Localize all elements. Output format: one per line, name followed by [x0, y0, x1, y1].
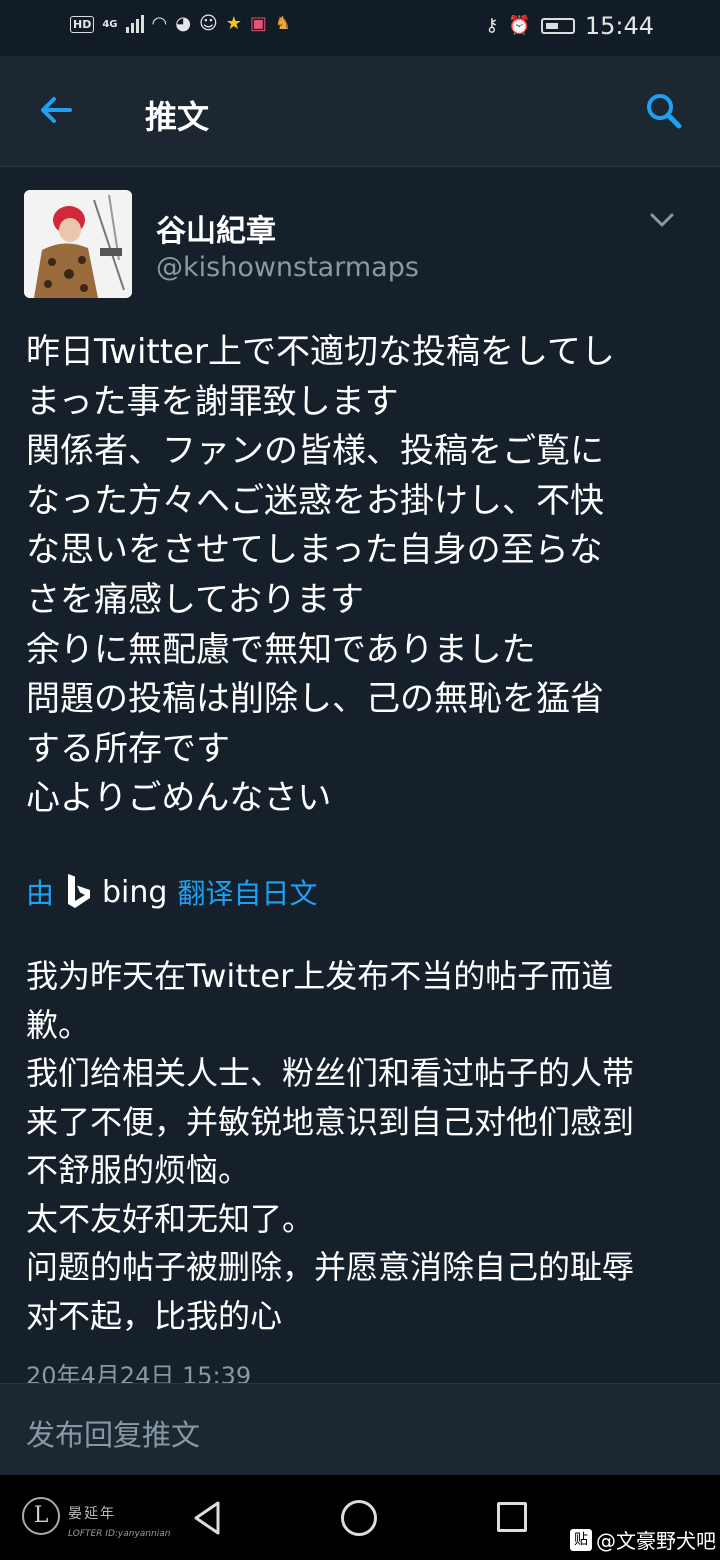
tieba-watermark: 贴 @文豪野犬吧: [570, 1525, 716, 1554]
tweet-line: な思いをさせてしまった自身の至らな: [26, 530, 603, 571]
watermark-id: LOFTER ID:yanyannian: [68, 1529, 171, 1539]
translated-line: 问题的帖子被删除，并愿意消除自己的耻辱: [26, 1248, 635, 1286]
lofter-logo-icon: L: [22, 1497, 60, 1535]
tieba-badge-icon: 贴: [570, 1528, 592, 1551]
translation-suffix: 翻译自日文: [177, 877, 318, 910]
tweet-line: 問題の投稿は削除し、己の無恥を猛省: [26, 679, 604, 720]
translated-line: 不舒服的烦恼。: [26, 1151, 251, 1189]
reply-input[interactable]: 发布回复推文: [26, 1412, 200, 1454]
page-title: 推文: [145, 98, 210, 136]
nav-back-icon[interactable]: [190, 1499, 224, 1537]
translation-attribution[interactable]: 由 bing 翻译自日文: [26, 870, 317, 914]
nav-recents-icon[interactable]: [497, 1502, 527, 1532]
search-icon[interactable]: [642, 89, 686, 133]
tweet-line: 余りに無配慮で無知でありました: [26, 629, 536, 670]
tweet-text: 昨日Twitter上で不適切な投稿をしてし まった事を謝罪致します 関係者、ファ…: [26, 328, 696, 824]
translated-line: 我为昨天在Twitter上发布不当的帖子而道: [26, 957, 614, 995]
chevron-down-icon[interactable]: [648, 206, 676, 234]
hd-indicator: HD: [70, 15, 95, 33]
translated-line: 对不起，比我的心: [26, 1296, 283, 1335]
key-icon: ⚷: [485, 15, 499, 36]
wifi-icon: ◠: [151, 13, 168, 34]
bing-logo-icon: [68, 874, 91, 908]
author-handle[interactable]: @kishownstarmaps: [156, 252, 419, 283]
app-notification-icon: ▣: [249, 13, 267, 34]
app-icon: ☺: [198, 13, 218, 34]
system-nav-bar: L 晏延年 LOFTER ID:yanyannian 贴 @文豪野犬吧: [0, 1475, 720, 1560]
translation-provider: bing: [102, 874, 168, 910]
app-header: 推文: [0, 56, 720, 167]
tweet-line: まった事を謝罪致します: [26, 381, 399, 422]
tweet-line: 関係者、ファンの皆様、投稿をご覧に: [26, 431, 604, 472]
tweet-line: さを痛感しております: [26, 579, 364, 620]
network-type: 4G: [102, 18, 118, 30]
translated-text: 我为昨天在Twitter上发布不当的帖子而道 歉。 我们给相关人士、粉丝们和看过…: [26, 952, 696, 1340]
avatar[interactable]: [24, 190, 132, 298]
author-name[interactable]: 谷山紀章: [156, 206, 276, 250]
back-arrow-icon[interactable]: [36, 90, 76, 130]
battery-icon: [540, 18, 575, 34]
nav-home-icon[interactable]: [341, 1500, 377, 1536]
tieba-name: @文豪野犬吧: [596, 1529, 716, 1553]
translated-line: 来了不便，并敏锐地意识到自己对他们感到: [26, 1102, 635, 1141]
star-icon: ★: [225, 13, 242, 34]
bird-icon: ♞: [274, 13, 292, 34]
status-bar: HD 4G ◠ ◕ ☺ ★ ▣ ♞ ⚷ ⏰ 15:44: [0, 0, 720, 56]
translated-line: 我们给相关人士、粉丝们和看过帖子的人带: [26, 1054, 635, 1092]
translation-prefix: 由: [26, 877, 55, 910]
tweet-line: 昨日Twitter上で不適切な投稿をしてし: [26, 332, 615, 372]
clock: 15:44: [584, 12, 654, 40]
globe-icon: ◕: [175, 13, 191, 34]
tweet-line: なった方々へご迷惑をお掛けし、不快: [26, 480, 604, 521]
translated-line: 太不友好和无知了。: [26, 1199, 315, 1238]
alarm-icon: ⏰: [508, 15, 531, 36]
avatar-image: [24, 190, 132, 298]
signal-icon: [125, 15, 144, 33]
translated-line: 歉。: [26, 1005, 91, 1044]
watermark-name: 晏延年: [68, 1506, 116, 1522]
tweet-line: する所存です: [26, 728, 230, 769]
reply-composer[interactable]: 发布回复推文: [0, 1383, 720, 1476]
tweet-line: 心よりごめんなさい: [26, 778, 332, 819]
